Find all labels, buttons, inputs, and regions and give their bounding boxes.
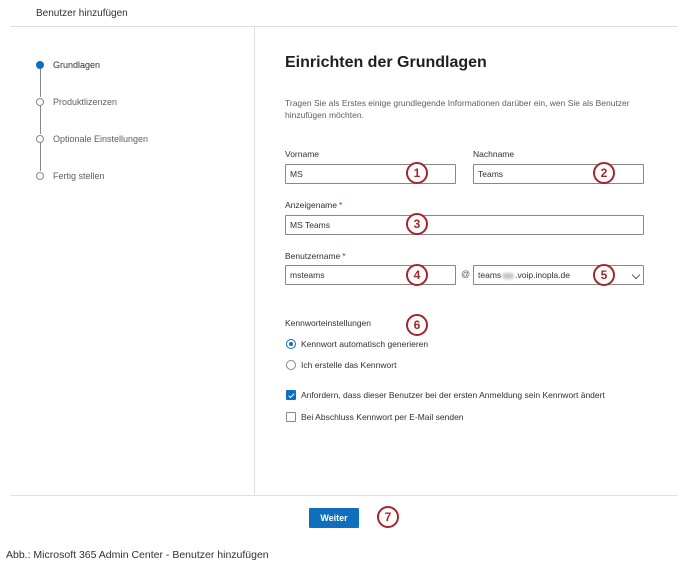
step-fertig-stellen-dot (36, 172, 44, 180)
username-label-text: Benutzername (285, 251, 341, 261)
step-optionale-einstellungen[interactable]: Optionale Einstellungen (53, 134, 148, 144)
intro-text: Tragen Sie als Erstes einige grundlegend… (285, 98, 630, 120)
chevron-down-icon (631, 270, 641, 280)
step-grundlagen-dot (36, 61, 44, 69)
step-fertig-stellen[interactable]: Fertig stellen (53, 171, 105, 181)
at-sign: @ (461, 269, 471, 279)
displayname-input[interactable] (285, 215, 644, 235)
required-mark: * (338, 200, 343, 210)
firstname-input[interactable] (285, 164, 456, 184)
sidebar-divider (254, 27, 255, 495)
step-connector (40, 106, 41, 134)
displayname-label-text: Anzeigename (285, 200, 337, 210)
password-settings-label: Kennworteinstellungen (285, 318, 372, 328)
step-produktlizenzen-dot (36, 98, 44, 106)
lastname-input[interactable] (473, 164, 644, 184)
annotation-badge: 4 (406, 264, 428, 286)
radio-auto-password[interactable] (286, 339, 296, 349)
annotation-badge: 6 (406, 314, 428, 336)
radio-manual-password[interactable] (286, 360, 296, 370)
checkbox-email-password-label[interactable]: Bei Abschluss Kennwort per E-Mail senden (301, 412, 464, 422)
domain-prefix: teams (478, 270, 502, 280)
username-input[interactable] (285, 265, 456, 285)
lastname-label: Nachname (473, 149, 515, 159)
radio-manual-password-label[interactable]: Ich erstelle das Kennwort (301, 360, 396, 370)
checkbox-require-password-change-label[interactable]: Anfordern, dass dieser Benutzer bei der … (301, 390, 605, 400)
step-connector (40, 143, 41, 171)
checkbox-require-password-change[interactable] (286, 390, 296, 400)
panel-title: Benutzer hinzufügen (36, 8, 128, 19)
page-title: Einrichten der Grundlagen (285, 54, 487, 71)
annotation-badge: 2 (593, 162, 615, 184)
header-divider (10, 26, 678, 27)
step-produktlizenzen[interactable]: Produktlizenzen (53, 97, 117, 107)
next-button[interactable]: Weiter (309, 508, 359, 528)
username-label: Benutzername * (285, 251, 346, 261)
firstname-label: Vorname (285, 149, 320, 159)
step-optionale-einstellungen-dot (36, 135, 44, 143)
annotation-badge: 5 (593, 264, 615, 286)
checkbox-email-password[interactable] (286, 412, 296, 422)
step-grundlagen[interactable]: Grundlagen (53, 60, 100, 70)
redacted-domain-part (502, 272, 515, 279)
radio-auto-password-label[interactable]: Kennwort automatisch generieren (301, 339, 428, 349)
annotation-badge: 1 (406, 162, 428, 184)
displayname-label: Anzeigename * (285, 200, 342, 210)
required-mark: * (342, 251, 346, 261)
annotation-badge: 3 (406, 213, 428, 235)
annotation-badge: 7 (377, 506, 399, 528)
step-connector (40, 69, 41, 97)
domain-suffix: .voip.inopla.de (515, 270, 570, 280)
domain-select[interactable]: teams .voip.inopla.de (473, 265, 644, 285)
footer-divider (10, 495, 678, 496)
figure-caption: Abb.: Microsoft 365 Admin Center - Benut… (6, 549, 269, 561)
